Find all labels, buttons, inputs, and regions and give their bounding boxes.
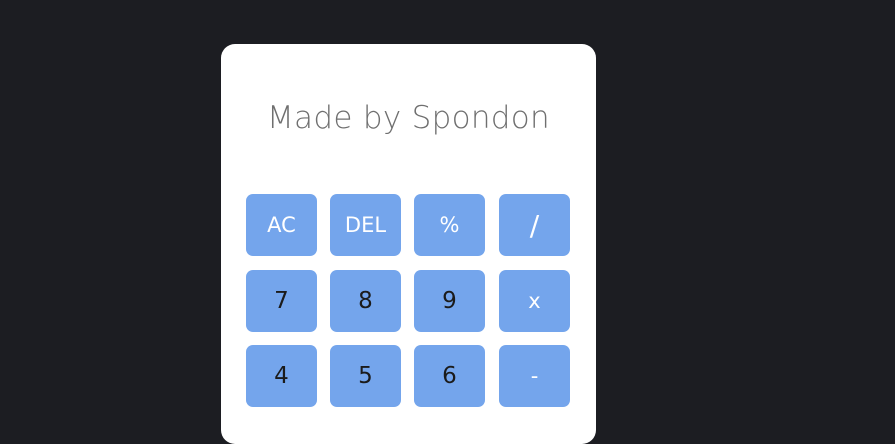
calculator-display: Made by Spondon: [221, 44, 596, 194]
digit-5-button[interactable]: 5: [330, 345, 401, 407]
delete-button[interactable]: DEL: [330, 194, 401, 256]
divide-button[interactable]: /: [499, 194, 570, 256]
percent-button[interactable]: %: [414, 194, 485, 256]
digit-6-button[interactable]: 6: [414, 345, 485, 407]
subtract-button[interactable]: -: [499, 345, 570, 407]
multiply-button[interactable]: x: [499, 270, 570, 332]
digit-4-button[interactable]: 4: [246, 345, 317, 407]
all-clear-button[interactable]: AC: [246, 194, 317, 256]
display-text: Made by Spondon: [267, 100, 550, 136]
calculator-card: Made by Spondon AC DEL % / 7 8 9 x 4 5 6…: [221, 44, 596, 444]
digit-8-button[interactable]: 8: [330, 270, 401, 332]
digit-7-button[interactable]: 7: [246, 270, 317, 332]
digit-9-button[interactable]: 9: [414, 270, 485, 332]
